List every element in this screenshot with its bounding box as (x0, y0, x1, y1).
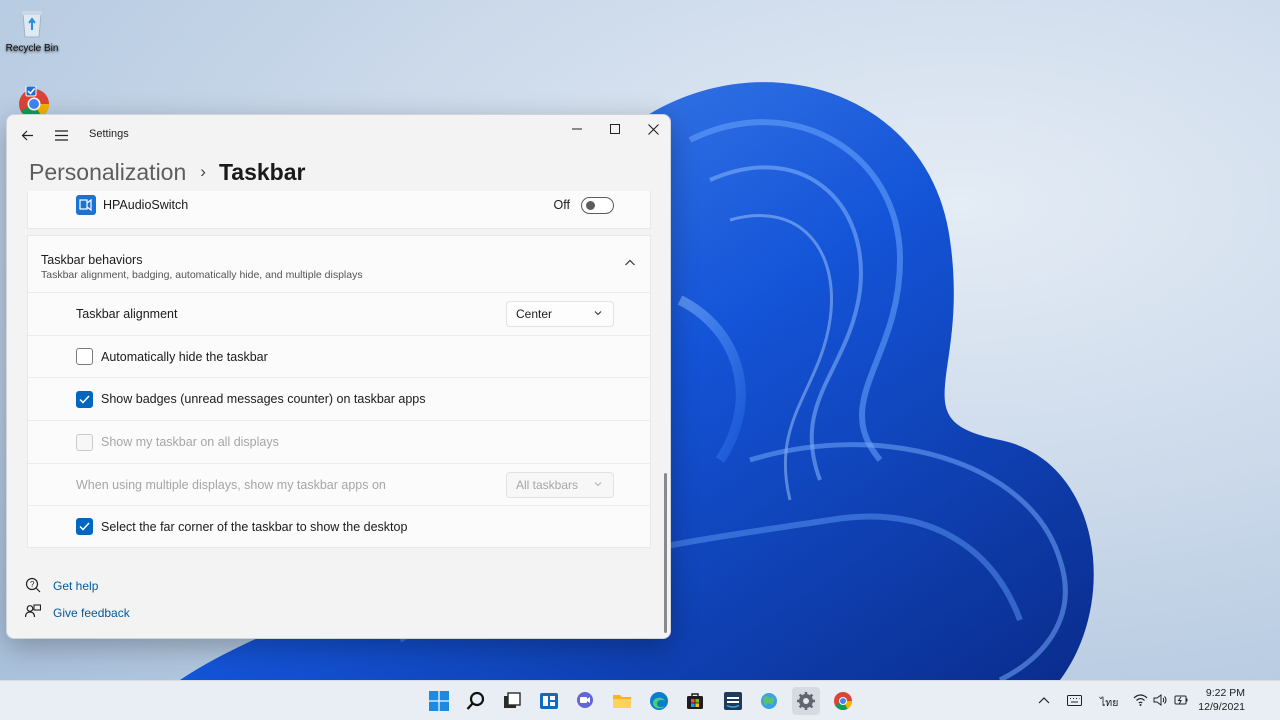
chat-button[interactable] (571, 687, 599, 715)
chevron-down-icon (594, 311, 602, 316)
start-icon (429, 691, 449, 711)
start-button[interactable] (425, 687, 453, 715)
widgets-icon (540, 693, 558, 709)
hpaudioswitch-app-icon (76, 195, 96, 215)
input-language-indicator[interactable]: ไทย (1100, 694, 1118, 711)
edge-icon (650, 692, 668, 710)
multi-display-value: All taskbars (516, 477, 579, 492)
taskbar-behaviors-header[interactable]: Taskbar behaviors Taskbar alignment, bad… (28, 236, 650, 292)
maximize-button[interactable] (596, 115, 634, 143)
multi-display-row: When using multiple displays, show my ta… (28, 463, 650, 505)
taskbar-alignment-label: Taskbar alignment (76, 307, 178, 321)
show-badges-checkbox[interactable] (76, 390, 93, 408)
maximize-icon (610, 124, 620, 134)
title-bar[interactable]: Settings (7, 115, 670, 155)
chevron-up-icon[interactable] (625, 259, 635, 266)
auto-hide-checkbox[interactable] (76, 348, 93, 365)
all-displays-row: Show my taskbar on all displays (28, 420, 650, 463)
chrome-icon (834, 692, 852, 711)
hpaudioswitch-row[interactable]: HPAudioSwitch Off (27, 191, 651, 229)
vertical-scrollbar[interactable] (664, 473, 667, 633)
microsoft-store-button[interactable] (681, 687, 709, 715)
multi-display-label: When using multiple displays, show my ta… (76, 477, 386, 492)
taskbar-alignment-dropdown[interactable]: Center (506, 301, 614, 327)
close-button[interactable] (634, 115, 670, 143)
give-feedback-icon (25, 604, 41, 618)
breadcrumb-separator: › (200, 162, 206, 181)
file-explorer-button[interactable] (608, 687, 636, 715)
clock-date[interactable]: 12/9/2021 (1198, 701, 1245, 713)
recycle-bin-icon (15, 6, 49, 40)
prime-video-button[interactable] (719, 687, 747, 715)
auto-hide-label: Automatically hide the taskbar (101, 349, 268, 364)
show-badges-row[interactable]: Show badges (unread messages counter) on… (28, 377, 650, 420)
wifi-icon[interactable] (1133, 694, 1148, 706)
taskbar-behaviors-section: Taskbar behaviors Taskbar alignment, bad… (27, 235, 651, 548)
show-badges-label: Show badges (unread messages counter) on… (101, 392, 426, 406)
minimize-button[interactable] (558, 115, 596, 143)
keyboard-icon[interactable] (1067, 695, 1082, 706)
chrome-taskbar-button[interactable] (829, 687, 857, 715)
task-view-icon (504, 692, 521, 708)
checkmark-icon (79, 394, 90, 404)
give-feedback-link[interactable]: Give feedback (53, 606, 130, 620)
page-title: Taskbar (218, 158, 306, 185)
taskbar-alignment-row: Taskbar alignment Center (28, 292, 650, 335)
multi-display-dropdown: All taskbars (506, 471, 614, 498)
hpaudioswitch-state-label: Off (553, 198, 570, 212)
get-help-icon: ? (25, 577, 41, 593)
hpaudioswitch-toggle[interactable] (581, 197, 614, 214)
far-corner-label: Select the far corner of the taskbar to … (101, 519, 408, 534)
checkmark-icon (79, 522, 90, 531)
taskbar-alignment-value: Center (516, 307, 553, 321)
clock-time[interactable]: 9:22 PM (1206, 687, 1245, 699)
app-title: Settings (89, 128, 129, 140)
file-explorer-icon (613, 695, 631, 708)
settings-content[interactable]: HPAudioSwitch Off Taskbar behaviors Task… (7, 191, 670, 638)
prime-video-icon (724, 692, 742, 710)
auto-hide-row[interactable]: Automatically hide the taskbar (28, 335, 650, 377)
task-view-button[interactable] (498, 687, 526, 715)
taskbar-behaviors-title: Taskbar behaviors (41, 253, 143, 267)
svg-text:?: ? (30, 580, 35, 589)
chevron-down-icon (594, 481, 602, 486)
desktop-icon-label: Recycle Bin (5, 43, 59, 54)
taskbar: ไทย 9:22 PM 12/9/2021 (0, 680, 1280, 720)
far-corner-checkbox[interactable] (76, 518, 93, 535)
chat-icon (577, 692, 593, 708)
settings-taskbar-button[interactable] (792, 687, 820, 715)
hpaudioswitch-label: HPAudioSwitch (103, 198, 189, 212)
close-icon (647, 123, 659, 135)
far-corner-row[interactable]: Select the far corner of the taskbar to … (28, 505, 650, 547)
breadcrumb-personalization[interactable]: Personalization (29, 159, 186, 186)
widgets-button[interactable] (535, 687, 563, 715)
battery-charging-icon[interactable] (1173, 694, 1189, 706)
taskbar-search-button[interactable] (462, 687, 490, 715)
store-icon (687, 693, 703, 709)
desktop-icon-recycle-bin[interactable]: Recycle Bin (0, 6, 64, 54)
back-button[interactable] (13, 121, 41, 149)
minimize-icon (572, 128, 582, 130)
all-displays-label: Show my taskbar on all displays (101, 435, 279, 449)
navigation-menu-button[interactable] (47, 121, 75, 149)
settings-icon (797, 692, 815, 710)
back-arrow-icon (21, 130, 33, 140)
edge-button[interactable] (645, 687, 673, 715)
search-icon (466, 691, 485, 710)
weather-app-icon (761, 693, 777, 709)
settings-window: Settings Personalization › Taskbar HPAud… (6, 114, 671, 639)
all-displays-checkbox (76, 433, 93, 451)
hamburger-menu-icon (54, 129, 68, 141)
breadcrumb: Personalization › Taskbar (29, 155, 305, 189)
volume-icon[interactable] (1153, 694, 1167, 706)
show-hidden-icons-chevron-icon[interactable] (1038, 696, 1050, 704)
taskbar-behaviors-subtitle: Taskbar alignment, badging, automaticall… (41, 269, 363, 281)
get-help-link[interactable]: Get help (53, 579, 98, 593)
weather-app-button[interactable] (755, 687, 783, 715)
toggle-knob (586, 201, 595, 210)
